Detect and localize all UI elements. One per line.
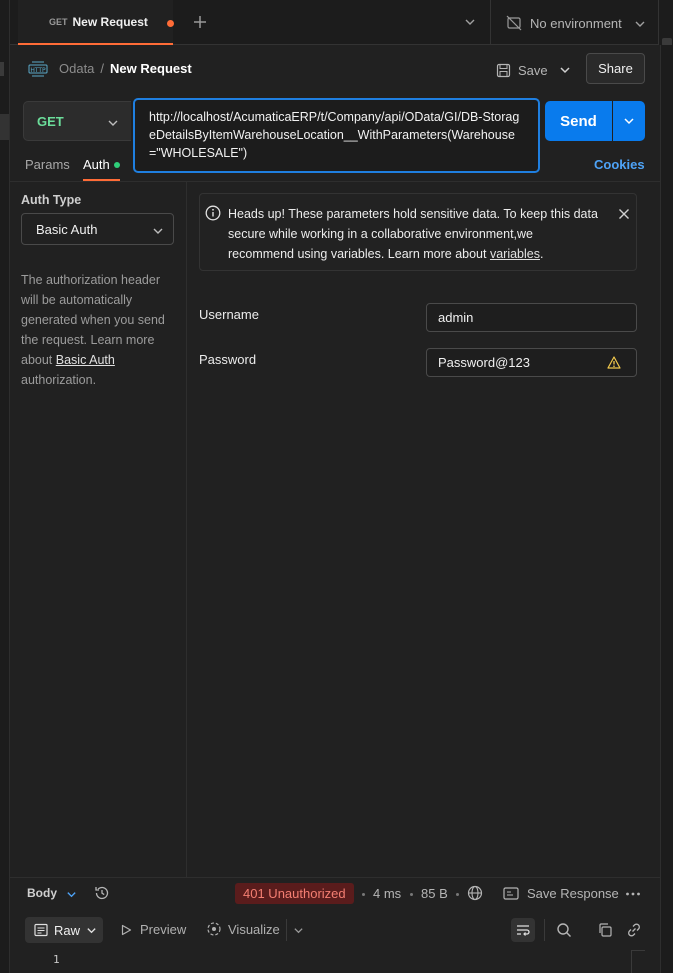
wrap-lines-button[interactable] (511, 918, 535, 942)
history-icon[interactable] (94, 885, 110, 901)
breadcrumb-collection[interactable]: Odata (59, 61, 94, 76)
close-icon[interactable] (618, 208, 630, 220)
http-icon: HTTP (28, 60, 48, 78)
separator-dot (362, 893, 365, 896)
chevron-down-icon (465, 19, 475, 25)
chevron-down-icon (107, 117, 119, 129)
tab-title: New Request (72, 14, 148, 29)
tabs-dropdown-button[interactable] (464, 16, 476, 28)
divider (10, 181, 660, 182)
breadcrumb-separator: / (100, 61, 105, 76)
tab-bar: GET New Request No environment (10, 0, 673, 46)
status-badge[interactable]: 401 Unauthorized (235, 883, 354, 904)
request-name[interactable]: New Request (110, 61, 192, 76)
auth-description: The authorization header will be automat… (21, 270, 176, 390)
visualize-label: Visualize (228, 921, 280, 937)
play-icon (121, 924, 132, 935)
new-tab-button[interactable] (191, 13, 209, 31)
password-value: Password@123 (438, 355, 530, 370)
chevron-down-icon[interactable] (293, 925, 304, 936)
divider (490, 0, 491, 45)
divider (186, 182, 187, 877)
method-select[interactable]: GET (23, 101, 131, 141)
chevron-down-icon[interactable] (66, 889, 77, 900)
left-sidebar-strip (0, 0, 10, 973)
divider (10, 877, 660, 878)
plus-icon (194, 16, 206, 28)
raw-view-select[interactable]: Raw (25, 917, 103, 943)
send-button[interactable]: Send (545, 101, 612, 141)
method-value: GET (37, 113, 64, 129)
response-body-tab[interactable]: Body (27, 886, 57, 900)
save-response-button[interactable]: Save Response (527, 886, 619, 901)
divider (544, 919, 545, 941)
raw-icon (34, 923, 48, 937)
link-icon[interactable] (626, 922, 642, 938)
search-icon[interactable] (556, 922, 572, 938)
basic-auth-link[interactable]: Basic Auth (56, 353, 115, 367)
save-response-icon (503, 887, 519, 900)
unsaved-dot-icon (167, 20, 174, 27)
auth-active-dot-icon (114, 162, 120, 168)
separator-dot (456, 893, 459, 896)
breadcrumb: Odata / New Request (59, 61, 192, 76)
no-environment-icon (506, 15, 522, 31)
save-label: Save (518, 62, 548, 78)
sidebar-marker (0, 62, 4, 76)
globe-icon[interactable] (467, 885, 483, 901)
sensitive-data-notice: Heads up! These parameters hold sensitiv… (199, 193, 637, 271)
response-size[interactable]: 85 B (421, 886, 448, 901)
username-label: Username (199, 307, 259, 322)
url-input[interactable]: http://localhost/AcumaticaERP/t/Company/… (133, 98, 540, 173)
svg-text:HTTP: HTTP (30, 67, 46, 74)
divider (286, 919, 287, 941)
chevron-down-icon (560, 67, 570, 74)
response-scrollbar[interactable] (631, 950, 645, 973)
chevron-down-icon (87, 927, 96, 933)
tab-params[interactable]: Params (25, 157, 70, 172)
save-dropdown-button[interactable] (556, 58, 574, 82)
sidebar-marker (0, 114, 9, 140)
preview-button[interactable]: Preview (120, 922, 186, 937)
environment-selector[interactable]: No environment (530, 16, 622, 31)
send-dropdown-button[interactable] (613, 101, 645, 141)
copy-icon[interactable] (597, 922, 613, 938)
auth-type-select[interactable]: Basic Auth (21, 213, 174, 245)
wrap-icon (517, 925, 530, 936)
preview-label: Preview (140, 922, 187, 937)
visualize-button[interactable]: Visualize (206, 921, 280, 937)
save-button[interactable]: Save (496, 58, 552, 82)
share-button[interactable]: Share (586, 53, 645, 84)
warning-icon[interactable] (607, 356, 621, 369)
environment-chevron-icon[interactable] (634, 18, 646, 30)
more-options-icon[interactable] (625, 892, 641, 896)
password-label: Password (199, 352, 257, 367)
auth-type-label: Auth Type (21, 193, 82, 207)
auth-type-value: Basic Auth (36, 221, 98, 237)
cookies-link[interactable]: Cookies (594, 157, 645, 172)
chevron-down-icon (624, 118, 634, 125)
tab-method: GET (49, 16, 68, 27)
right-panel-strip (661, 45, 673, 973)
chevron-down-icon (152, 225, 164, 237)
line-number: 1 (53, 953, 60, 966)
info-icon (205, 205, 221, 221)
tab-new-request[interactable]: GET New Request (18, 0, 173, 45)
auth-desc-end: authorization. (21, 373, 97, 387)
notice-end: . (539, 247, 544, 261)
separator-dot (410, 893, 413, 896)
variables-link[interactable]: variables (490, 247, 540, 261)
raw-label: Raw (54, 922, 81, 938)
visualize-icon (207, 922, 221, 936)
password-input[interactable]: Password@123 (426, 348, 637, 377)
tab-auth[interactable]: Auth (83, 157, 110, 172)
response-time[interactable]: 4 ms (373, 886, 401, 901)
save-icon (496, 63, 511, 77)
username-input[interactable]: admin (426, 303, 637, 332)
